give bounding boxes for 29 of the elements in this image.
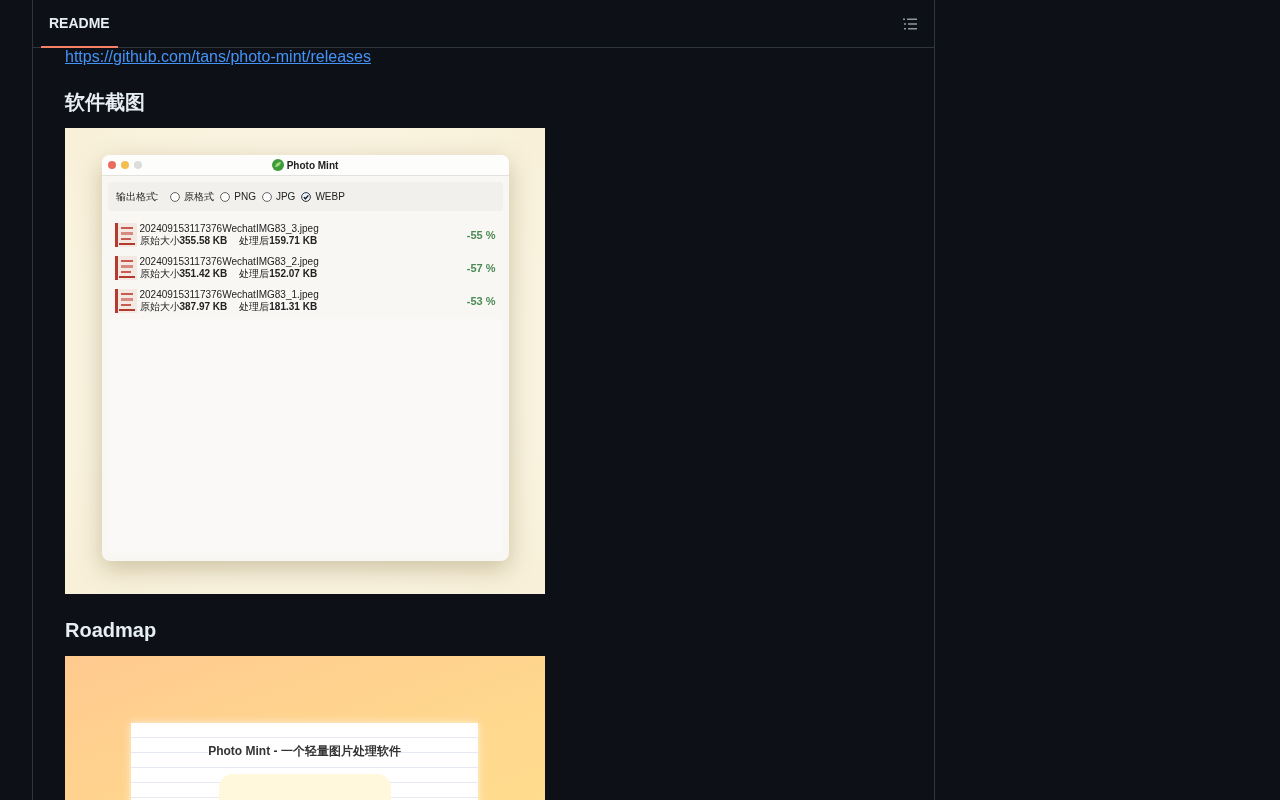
section-heading: 软件截图 <box>65 90 146 114</box>
thumbnail-icon <box>114 223 137 247</box>
file-name: 202409153117376WechatIMG83_3.jpeg <box>139 223 320 235</box>
format-option[interactable]: WEBP <box>301 189 345 204</box>
processed-size: 处理后152.07 KB <box>239 268 318 280</box>
format-option[interactable]: JPG <box>261 189 296 204</box>
readme-tab[interactable]: README <box>41 0 118 48</box>
format-option[interactable]: PNG <box>220 189 256 204</box>
file-name: 202409153117376WechatIMG83_1.jpeg <box>139 289 320 301</box>
size-change: -57 % <box>466 262 496 274</box>
thumbnail-icon <box>114 289 137 313</box>
original-size: 原始大小355.58 KB <box>139 235 228 247</box>
size-change: -55 % <box>466 229 496 241</box>
roadmap-title: Photo Mint - 一个轻量图片处理软件 <box>208 743 401 760</box>
minimize-icon[interactable] <box>120 161 129 169</box>
section-heading: Roadmap <box>65 618 158 642</box>
original-size: 原始大小351.42 KB <box>139 268 228 280</box>
thumbnail-icon <box>114 256 137 280</box>
file-name: 202409153117376WechatIMG83_2.jpeg <box>139 256 320 268</box>
format-label: 输出格式: <box>115 189 159 204</box>
format-option[interactable]: 原格式 <box>170 189 215 204</box>
close-icon[interactable] <box>107 161 116 169</box>
window-title: Photo Mint <box>286 159 339 171</box>
processed-size: 处理后159.71 KB <box>239 235 318 247</box>
release-link[interactable]: https://github.com/tans/photo-mint/releases <box>65 48 371 65</box>
original-size: 原始大小387.97 KB <box>139 301 228 313</box>
processed-size: 处理后181.31 KB <box>239 301 318 313</box>
leaf-icon <box>271 159 284 171</box>
size-change: -53 % <box>466 295 496 307</box>
